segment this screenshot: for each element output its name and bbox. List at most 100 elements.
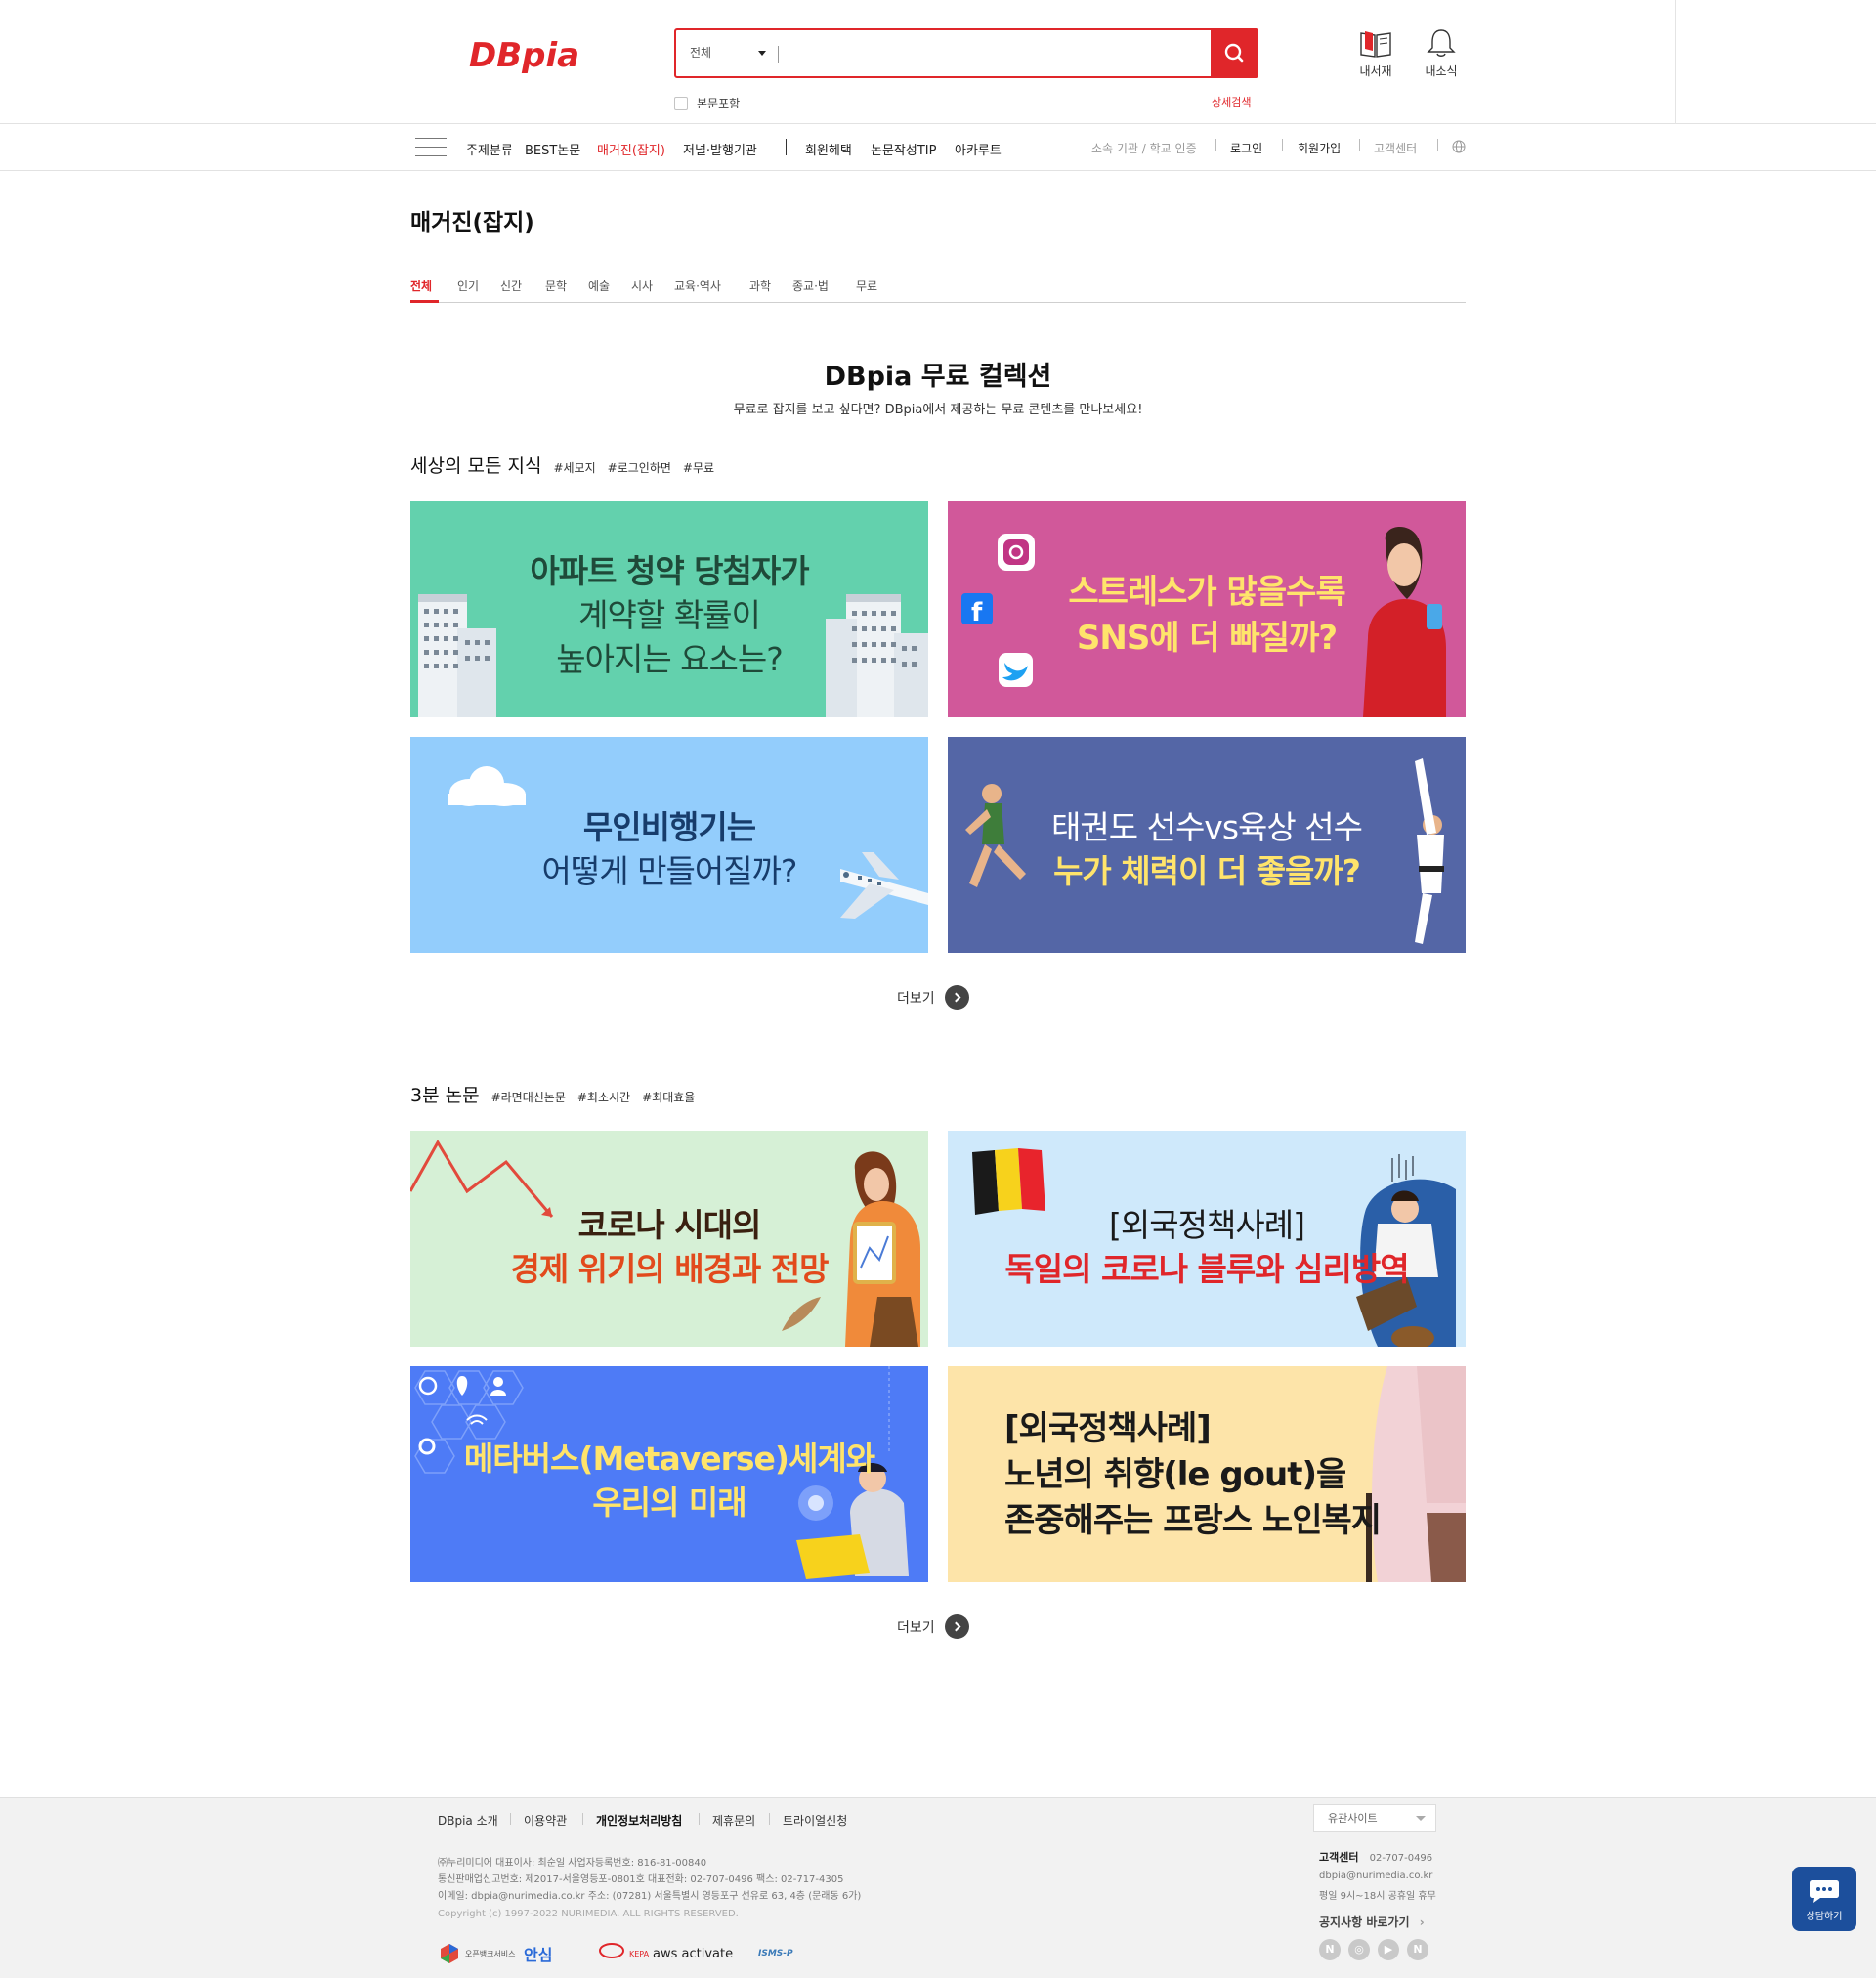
cert-label: 안심 [524, 1946, 553, 1964]
my-news-button[interactable]: 내소식 [1417, 27, 1466, 79]
login-link[interactable]: 로그인 [1230, 140, 1262, 156]
naver-post-icon[interactable]: N [1407, 1939, 1428, 1960]
banner-drone[interactable]: 무인비행기는 어떻게 만들어질까? [410, 737, 928, 953]
cs-title: 고객센터 [1319, 1851, 1359, 1864]
globe-icon[interactable] [1452, 140, 1466, 153]
cert-ansim: 안심 [524, 1940, 552, 1967]
search-divider [778, 46, 779, 63]
banner-text-line: 태권도 선수vs육상 선수 [1051, 808, 1363, 846]
institution-auth-link[interactable]: 소속 기관 / 학교 인증 [1091, 140, 1197, 156]
cs-email: dbpia@nurimedia.co.kr [1319, 1870, 1433, 1881]
banner-text-line: 우리의 미래 [592, 1484, 746, 1522]
banner-text-line: 독일의 코로나 블루와 심리방역 [948, 1243, 1466, 1290]
family-site-select[interactable]: 유관사이트 [1313, 1804, 1436, 1832]
banner-text-line: [외국정책사례] [1004, 1409, 1212, 1448]
search-button[interactable] [1211, 28, 1258, 78]
banner-text-line: 스트레스가 많을수록 [1068, 573, 1345, 612]
notice-link[interactable]: 공지사항 바로가기 › [1319, 1914, 1425, 1930]
more-button[interactable]: 더보기 [897, 1614, 969, 1639]
banner-apartment-subscription[interactable]: 아파트 청약 당첨자가 계약할 확률이 높아지는 요소는? [410, 501, 928, 717]
tab-science[interactable]: 과학 [749, 278, 771, 294]
footer-link-about[interactable]: DBpia 소개 [438, 1812, 498, 1828]
section-tag[interactable]: #라면대신논문 [491, 1089, 566, 1105]
my-news-label: 내소식 [1425, 64, 1458, 78]
youtube-icon[interactable]: ▶ [1378, 1939, 1399, 1960]
kepa-logo-icon [599, 1943, 624, 1958]
nav-benefits[interactable]: 회원혜택 [805, 140, 852, 158]
footer-link-privacy[interactable]: 개인정보처리방침 [596, 1812, 682, 1828]
nav-academic-route[interactable]: 아카루트 [955, 140, 1002, 158]
tab-literature[interactable]: 문학 [545, 278, 567, 294]
customer-center-link[interactable]: 고객센터 [1374, 140, 1417, 156]
my-library-button[interactable]: 내서재 [1351, 27, 1400, 79]
checkbox-icon [674, 96, 688, 110]
section-heading: 3분 논문 #라면대신논문 #최소시간 #최대효율 [410, 1081, 695, 1107]
nav-magazine[interactable]: 매거진(잡지) [597, 140, 665, 158]
tab-free[interactable]: 무료 [856, 278, 877, 294]
more-button[interactable]: 더보기 [897, 985, 969, 1010]
banner-text-line: 코로나 시대의 [410, 1199, 928, 1246]
section-tag[interactable]: #세모지 [553, 459, 595, 476]
advanced-search-link[interactable]: 상세검색 [1212, 94, 1251, 109]
banner-text-line: 높아지는 요소는? [556, 640, 784, 678]
footer-link-partnership[interactable]: 제휴문의 [712, 1812, 755, 1828]
tab-all[interactable]: 전체 [410, 278, 432, 294]
cert-label: KEPA [629, 1949, 650, 1958]
banner-stress-sns[interactable]: f 스트레스가 많을수록 SNS에 더 빠질까? [948, 501, 1466, 717]
site-footer: DBpia 소개 이용약관 개인정보처리방침 제휴문의 트라이얼신청 유관사이트… [0, 1797, 1876, 1978]
search-input[interactable] [784, 36, 1145, 70]
banner-taekwondo-track[interactable]: 태권도 선수vs육상 선수 누가 체력이 더 좋을까? [948, 737, 1466, 953]
util-separator [1215, 139, 1216, 151]
svg-text:DBpia: DBpia [469, 36, 579, 74]
tab-current-affairs[interactable]: 시사 [631, 278, 653, 294]
dbpia-logo[interactable]: DBpia [465, 35, 631, 75]
banner-metaverse[interactable]: 메타버스(Metaverse)세계와 우리의 미래 [410, 1366, 928, 1582]
section-tag[interactable]: #최소시간 [577, 1089, 630, 1105]
caret-down-icon [758, 51, 766, 56]
nav-writing-tip[interactable]: 논문작성TIP [871, 140, 936, 158]
chat-consult-button[interactable]: 상담하기 [1792, 1867, 1856, 1931]
page-title: 매거진(잡지) [410, 210, 534, 236]
instagram-icon[interactable]: ◎ [1348, 1939, 1370, 1960]
nav-best[interactable]: BEST논문 [525, 140, 580, 158]
banner-germany-covid-blue[interactable]: [외국정책사례] 독일의 코로나 블루와 심리방역 [948, 1131, 1466, 1347]
book-icon [1360, 31, 1391, 58]
tab-new[interactable]: 신간 [500, 278, 522, 294]
cert-isms: ISMS-P [758, 1940, 793, 1967]
util-separator [1359, 139, 1360, 151]
section-tag[interactable]: #최대효율 [642, 1089, 695, 1105]
site-header: DBpia 전체 본문포함 상세검색 내서재 내소식 [0, 0, 1876, 124]
banner-france-elderly-welfare[interactable]: [외국정책사례] 노년의 취향(le gout)을 존중해주는 프랑스 노인복지 [948, 1366, 1466, 1582]
bell-icon [1427, 29, 1456, 57]
chevron-right-icon: › [1419, 1915, 1425, 1929]
section-title: 세상의 모든 지식 [410, 455, 542, 477]
section-tag[interactable]: #무료 [683, 459, 714, 476]
tab-popular[interactable]: 인기 [457, 278, 479, 294]
banner-text-line: 누가 체력이 더 좋을까? [1053, 852, 1361, 890]
nav-journal[interactable]: 저널·발행기관 [683, 140, 757, 158]
cs-hours: 평일 9시~18시 공휴일 휴무 [1319, 1891, 1436, 1902]
banner-text-line: 메타버스(Metaverse)세계와 [463, 1440, 875, 1478]
global-nav: 주제분류 BEST논문 매거진(잡지) 저널·발행기관 회원혜택 논문작성TIP… [0, 124, 1876, 171]
cs-phone: 02-707-0496 [1369, 1853, 1433, 1864]
section-tag[interactable]: #로그인하면 [608, 459, 671, 476]
cert-kepa: KEPA [598, 1940, 649, 1967]
search-scope-select[interactable]: 전체 [676, 30, 778, 76]
section-title: 3분 논문 [410, 1085, 480, 1106]
footer-link-trial[interactable]: 트라이얼신청 [783, 1812, 847, 1828]
banner-covid-economy[interactable]: 코로나 시대의 경제 위기의 배경과 전망 [410, 1131, 928, 1347]
search-box: 전체 [674, 28, 1258, 78]
footer-separator [510, 1813, 511, 1825]
tab-religion-law[interactable]: 종교·법 [792, 278, 829, 294]
signup-link[interactable]: 회원가입 [1298, 140, 1341, 156]
menu-icon[interactable] [415, 138, 447, 157]
nav-separator [786, 139, 787, 155]
cert-aws: aws activate [653, 1940, 733, 1967]
tab-education-history[interactable]: 교육·역사 [674, 278, 721, 294]
footer-link-terms[interactable]: 이용약관 [524, 1812, 567, 1828]
banner-text-line: 존중해주는 프랑스 노인복지 [1004, 1501, 1382, 1540]
fulltext-checkbox[interactable]: 본문포함 [674, 95, 740, 111]
naver-blog-icon[interactable]: N [1319, 1939, 1341, 1960]
tab-art[interactable]: 예술 [588, 278, 610, 294]
nav-subject[interactable]: 주제분류 [466, 140, 513, 158]
